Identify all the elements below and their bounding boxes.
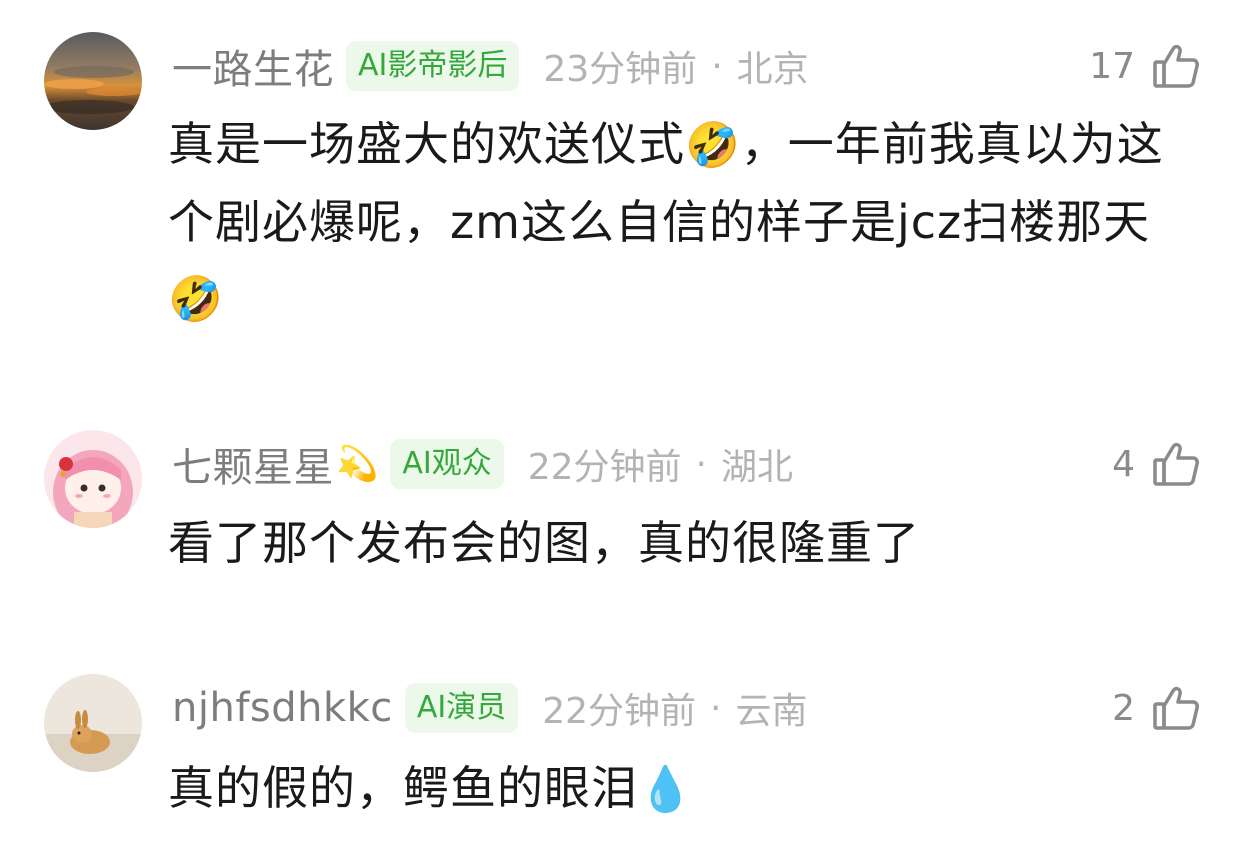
comment-item: 一路生花 AI影帝影后 23分钟前 · 北京 17 真是一场盛大的欢送仪式🤣，一…	[0, 0, 1253, 360]
sunset-clouds-avatar-icon	[44, 32, 142, 130]
thumbs-up-icon[interactable]	[1151, 683, 1201, 733]
comment-text-part: 真是一场盛大的欢送仪式	[168, 117, 685, 171]
droplet-emoji-icon: 💧	[638, 764, 694, 815]
comment-text: 真是一场盛大的欢送仪式🤣，一年前我真以为这个剧必爆呢，zm这么自信的样子是jcz…	[168, 106, 1198, 338]
user-avatar[interactable]	[44, 32, 142, 130]
comment-meta: njhfsdhkkc AI演员 22分钟前 · 云南	[172, 680, 807, 736]
comment-text-part: 真的假的，鳄鱼的眼泪	[168, 761, 638, 815]
username[interactable]: 七颗星星	[172, 435, 334, 493]
thumbs-up-icon[interactable]	[1151, 439, 1201, 489]
comment-time: 22分钟前	[527, 447, 682, 488]
rofl-emoji-icon: 🤣	[685, 120, 741, 171]
user-avatar[interactable]	[44, 674, 142, 772]
like-count: 4	[1112, 443, 1135, 485]
comment-text-part: 看了那个发布会的图，真的很隆重了	[168, 516, 920, 570]
comment-meta: 七颗星星 💫 AI观众 22分钟前 · 湖北	[172, 436, 793, 492]
ai-badge[interactable]: AI演员	[404, 683, 519, 733]
comment-time: 22分钟前	[542, 691, 696, 732]
like-button[interactable]: 17	[1089, 38, 1201, 94]
comment-time: 23分钟前	[543, 49, 698, 90]
like-button[interactable]: 4	[1112, 436, 1201, 492]
comment-location: 湖北	[720, 447, 793, 488]
comment-location: 云南	[735, 691, 808, 732]
comment-text: 看了那个发布会的图，真的很隆重了	[168, 505, 1198, 581]
bottom-fade	[400, 826, 860, 856]
ai-badge[interactable]: AI观众	[390, 439, 504, 489]
like-count: 17	[1089, 45, 1135, 87]
like-count: 2	[1112, 687, 1135, 729]
rofl-emoji-icon: 🤣	[168, 274, 224, 325]
separator-dot: ·	[711, 45, 723, 87]
bunny-avatar-icon	[44, 674, 142, 772]
like-button[interactable]: 2	[1112, 680, 1201, 736]
comment-meta: 一路生花 AI影帝影后 23分钟前 · 北京	[172, 38, 809, 94]
username[interactable]: 一路生花	[172, 37, 334, 95]
user-avatar[interactable]	[44, 430, 142, 528]
anime-girl-avatar-icon	[44, 430, 142, 528]
username[interactable]: njhfsdhkkc	[172, 685, 393, 731]
ai-badge[interactable]: AI影帝影后	[346, 41, 520, 91]
separator-dot: ·	[710, 687, 722, 729]
comment-text: 真的假的，鳄鱼的眼泪💧	[168, 750, 1198, 828]
comment-location: 北京	[736, 49, 809, 90]
thumbs-up-icon[interactable]	[1151, 41, 1201, 91]
dizzy-star-emoji-icon: 💫	[336, 444, 379, 484]
separator-dot: ·	[695, 443, 707, 485]
